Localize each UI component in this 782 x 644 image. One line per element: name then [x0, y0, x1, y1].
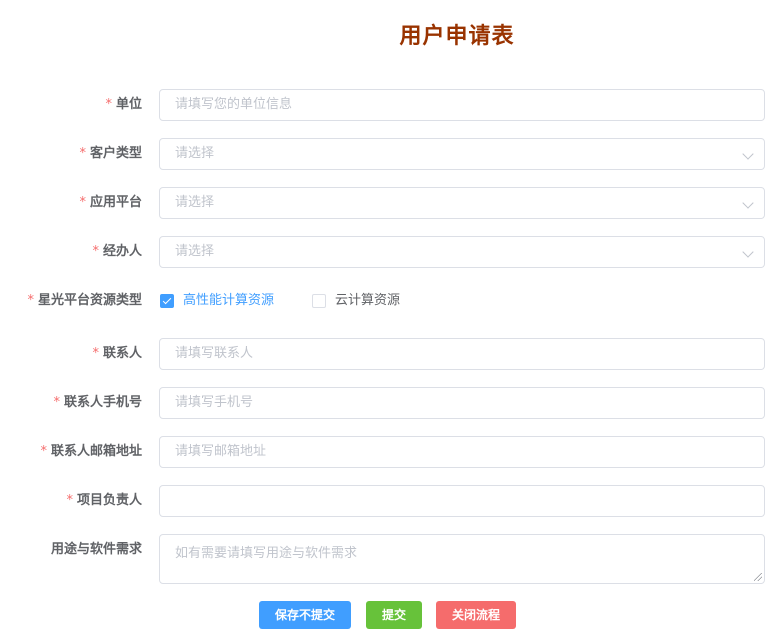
field-label-contact-phone: * 联系人手机号: [53, 395, 142, 410]
usage-placeholder: 如有需要请填写用途与软件需求: [175, 546, 358, 561]
field-label-contact-email: * 联系人邮箱地址: [40, 444, 142, 459]
field-label-app-platform: * 应用平台: [79, 195, 142, 210]
required-mark: *: [79, 195, 86, 210]
customer-type-placeholder: 请选择: [175, 146, 215, 161]
field-label-usage: 用途与软件需求: [50, 542, 142, 557]
submit-button[interactable]: 提交: [366, 601, 422, 629]
field-label-contact: * 联系人: [92, 346, 142, 361]
customer-type-select[interactable]: 请选择: [159, 138, 765, 170]
required-mark: *: [79, 146, 86, 161]
form-row-project-lead: * 项目负责人: [0, 485, 782, 517]
contact-input-placeholder: 请填写联系人: [175, 346, 254, 361]
contact-input[interactable]: 请填写联系人: [159, 338, 765, 370]
resize-handle-icon[interactable]: [754, 573, 762, 581]
form-row-app-platform: * 应用平台 请选择: [0, 187, 782, 219]
checkbox-cloud[interactable]: [312, 294, 326, 308]
app-platform-select[interactable]: 请选择: [159, 187, 765, 219]
contact-email-input[interactable]: 请填写邮箱地址: [159, 436, 765, 468]
checkbox-hpc-label[interactable]: 高性能计算资源: [183, 285, 274, 317]
handler-placeholder: 请选择: [175, 244, 215, 259]
required-mark: *: [40, 444, 47, 459]
field-label-project-lead: * 项目负责人: [66, 493, 142, 508]
project-lead-input[interactable]: [159, 485, 765, 517]
contact-phone-placeholder: 请填写手机号: [175, 395, 254, 410]
required-mark: *: [105, 97, 112, 112]
unit-input[interactable]: 请填写您的单位信息: [159, 89, 765, 121]
form-row-customer-type: * 客户类型 请选择: [0, 138, 782, 170]
usage-textarea[interactable]: 如有需要请填写用途与软件需求: [159, 534, 765, 584]
form-row-handler: * 经办人 请选择: [0, 236, 782, 268]
form-row-contact: * 联系人 请填写联系人: [0, 338, 782, 370]
required-mark: *: [92, 346, 99, 361]
field-label-resource-type: * 星光平台资源类型: [27, 293, 142, 308]
required-mark: *: [53, 395, 60, 410]
form-row-resource-type: * 星光平台资源类型 高性能计算资源 云计算资源: [0, 285, 782, 317]
close-workflow-button[interactable]: 关闭流程: [436, 601, 516, 629]
save-draft-button[interactable]: 保存不提交: [259, 601, 351, 629]
form-row-usage: 用途与软件需求 如有需要请填写用途与软件需求: [0, 534, 782, 584]
required-mark: *: [66, 493, 73, 508]
chevron-down-icon[interactable]: [742, 197, 754, 209]
unit-input-placeholder: 请填写您的单位信息: [175, 97, 293, 112]
chevron-down-icon[interactable]: [742, 148, 754, 160]
contact-email-placeholder: 请填写邮箱地址: [175, 444, 267, 459]
field-label-customer-type: * 客户类型: [79, 146, 142, 161]
app-platform-placeholder: 请选择: [175, 195, 215, 210]
field-label-handler: * 经办人: [92, 244, 142, 259]
field-label-unit: * 单位: [105, 97, 142, 112]
required-mark: *: [92, 244, 99, 259]
handler-select[interactable]: 请选择: [159, 236, 765, 268]
chevron-down-icon[interactable]: [742, 246, 754, 258]
required-mark: *: [27, 293, 34, 308]
checkbox-hpc[interactable]: [160, 294, 174, 308]
form-row-contact-phone: * 联系人手机号 请填写手机号: [0, 387, 782, 419]
form-row-unit: * 单位 请填写您的单位信息: [0, 89, 782, 121]
checkbox-cloud-label[interactable]: 云计算资源: [335, 285, 400, 317]
form-row-contact-email: * 联系人邮箱地址 请填写邮箱地址: [0, 436, 782, 468]
page-title: 用户申请表: [399, 24, 515, 49]
contact-phone-input[interactable]: 请填写手机号: [159, 387, 765, 419]
